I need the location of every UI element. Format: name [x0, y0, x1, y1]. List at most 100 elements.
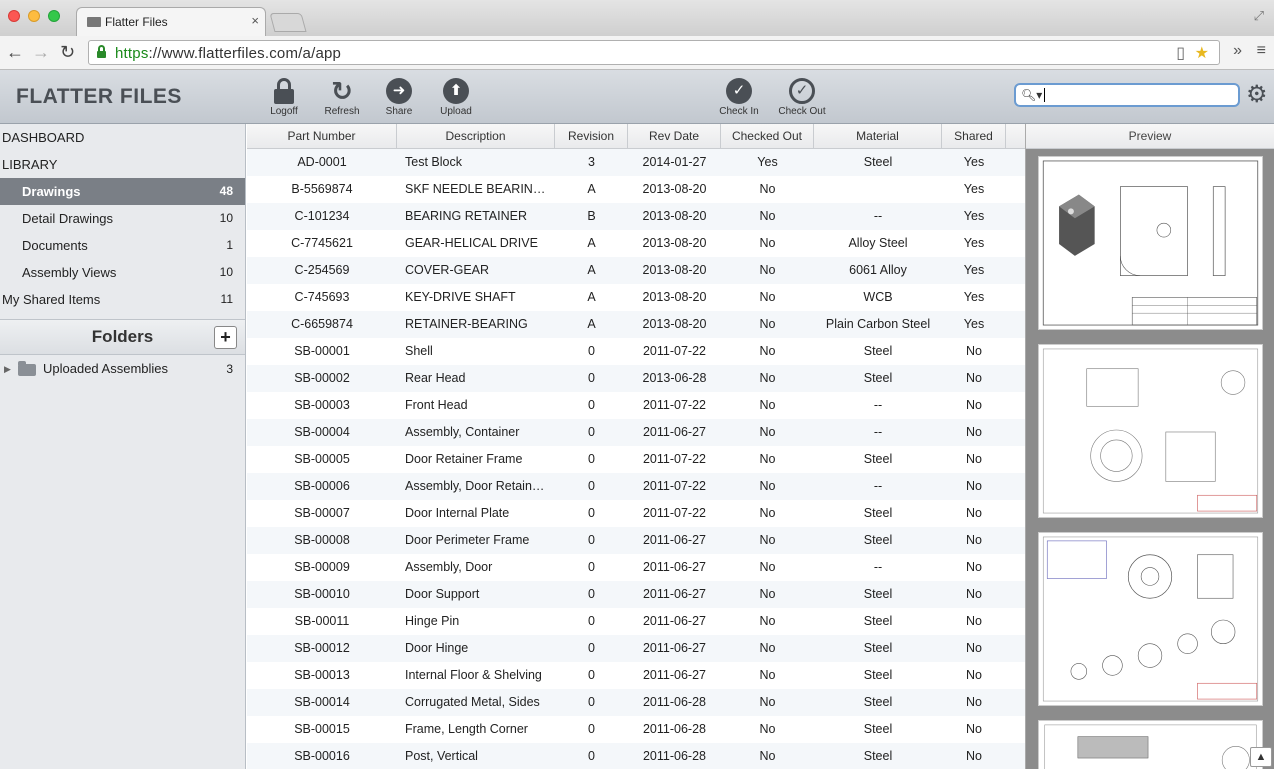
forward-arrow-icon[interactable]: →: [32, 41, 50, 63]
gear-icon[interactable]: ⚙: [1246, 83, 1268, 107]
reload-icon[interactable]: ↻: [60, 41, 75, 63]
browser-toolbar: ← → ↻ https://www.flatterfiles.com/a/app…: [0, 36, 1274, 70]
table-row[interactable]: SB-00002 Rear Head 0 2013-06-28 No Steel No: [247, 365, 1025, 392]
cell-revision: 0: [588, 749, 595, 763]
cell-checked-out: No: [759, 506, 776, 520]
cell-description: BEARING RETAINER: [405, 209, 528, 223]
sidebar-item-drawings[interactable]: Drawings 48: [0, 178, 245, 205]
star-icon[interactable]: ★: [1195, 43, 1209, 63]
cell-part-number: B-5569874: [291, 182, 353, 196]
checkout-button[interactable]: ✓ Check Out: [778, 78, 826, 117]
search-icon[interactable]: 🔍︎▾: [1021, 88, 1042, 102]
minimize-window-button[interactable]: [28, 10, 40, 22]
cell-part-number: SB-00015: [294, 722, 350, 736]
checkout-label: Check Out: [778, 106, 826, 117]
column-header-description[interactable]: Description: [397, 124, 555, 149]
share-button[interactable]: ➜ Share: [375, 78, 423, 117]
cell-description: Test Block: [405, 155, 462, 169]
fullscreen-icon[interactable]: ⤢: [1254, 8, 1264, 24]
table-row[interactable]: B-5569874 SKF NEEDLE BEARING ... A 2013-08-…: [247, 176, 1025, 203]
table-row[interactable]: C-101234 BEARING RETAINER B 2013-08-20 No -- Y…: [247, 203, 1025, 230]
table-row[interactable]: SB-00011 Hinge Pin 0 2011-06-27 No Steel No: [247, 608, 1025, 635]
table-row[interactable]: C-7745621 GEAR-HELICAL DRIVE A 2013-08-20 No…: [247, 230, 1025, 257]
logoff-label: Logoff: [270, 106, 298, 117]
table-row[interactable]: SB-00016 Post, Vertical 0 2011-06-28 No Steel…: [247, 743, 1025, 769]
column-header-revision[interactable]: Revision: [555, 124, 628, 149]
column-header-rev-date[interactable]: Rev Date: [628, 124, 721, 149]
search-box[interactable]: 🔍︎▾: [1014, 83, 1240, 107]
cell-revision: A: [587, 317, 596, 331]
table-row[interactable]: SB-00003 Front Head 0 2011-07-22 No -- No: [247, 392, 1025, 419]
table-row[interactable]: SB-00014 Corrugated Metal, Sides 0 2011-06-…: [247, 689, 1025, 716]
column-header-part-number[interactable]: Part Number: [247, 124, 397, 149]
cell-checked-out: No: [759, 668, 776, 682]
cell-revision: A: [587, 236, 596, 250]
table-row[interactable]: SB-00010 Door Support 0 2011-06-27 No Steel No: [247, 581, 1025, 608]
table-row[interactable]: SB-00013 Internal Floor & Shelving 0 2011-0…: [247, 662, 1025, 689]
sidebar-item-dashboard[interactable]: DASHBOARD: [0, 124, 245, 151]
arrow-right-icon: ➜: [386, 78, 412, 104]
cell-material: Steel: [863, 614, 893, 628]
table-row[interactable]: SB-00006 Assembly, Door Retainer... 0 2011-…: [247, 473, 1025, 500]
cell-part-number: C-6659874: [291, 317, 353, 331]
preview-thumbnail[interactable]: [1038, 156, 1263, 330]
table-row[interactable]: SB-00004 Assembly, Container 0 2011-06-27 No…: [247, 419, 1025, 446]
table-row[interactable]: C-745693 KEY-DRIVE SHAFT A 2013-08-20 No WCB Y…: [247, 284, 1025, 311]
cell-revision: 0: [588, 641, 595, 655]
table-row[interactable]: SB-00001 Shell 0 2011-07-22 No Steel No: [247, 338, 1025, 365]
cell-shared: Yes: [963, 317, 985, 331]
column-header-material[interactable]: Material: [814, 124, 942, 149]
back-arrow-icon[interactable]: ←: [6, 41, 24, 63]
table-row[interactable]: SB-00012 Door Hinge 0 2011-06-27 No Steel No: [247, 635, 1025, 662]
hamburger-menu-icon[interactable]: ≡: [1257, 42, 1266, 60]
column-header-checked-out[interactable]: Checked Out: [721, 124, 814, 149]
table-row[interactable]: SB-00007 Door Internal Plate 0 2011-07-22 No…: [247, 500, 1025, 527]
cell-shared: No: [966, 641, 982, 655]
add-folder-button[interactable]: +: [214, 326, 237, 349]
preview-thumbnail[interactable]: [1038, 532, 1263, 706]
close-window-button[interactable]: [8, 10, 20, 22]
zoom-window-button[interactable]: [48, 10, 60, 22]
cell-part-number: SB-00008: [294, 533, 350, 547]
sidebar-item-documents[interactable]: Documents 1: [0, 232, 245, 259]
column-header-shared[interactable]: Shared: [942, 124, 1006, 149]
folder-item-uploaded-assemblies[interactable]: ▶ Uploaded Assemblies 3: [0, 355, 245, 383]
checkin-button[interactable]: ✓ Check In: [715, 78, 763, 117]
new-tab-button[interactable]: [269, 13, 307, 32]
sidebar-item-detail-drawings[interactable]: Detail Drawings 10: [0, 205, 245, 232]
arrow-up-icon: ⬆: [443, 78, 469, 104]
sidebar-item-library[interactable]: LIBRARY: [0, 151, 245, 178]
cell-part-number: C-254569: [294, 263, 350, 277]
browser-titlebar: Flatter Files × ⤢: [0, 0, 1274, 36]
address-bar[interactable]: https://www.flatterfiles.com/a/app ▯ ★: [88, 40, 1220, 65]
checkmark-icon: ✓: [726, 78, 752, 104]
refresh-button[interactable]: ↻ Refresh: [318, 78, 366, 117]
logoff-button[interactable]: Logoff: [260, 78, 308, 117]
table-row[interactable]: C-6659874 RETAINER-BEARING A 2013-08-20 No Pl…: [247, 311, 1025, 338]
preview-thumbnail[interactable]: [1038, 720, 1263, 769]
table-row[interactable]: SB-00008 Door Perimeter Frame 0 2011-06-27 N…: [247, 527, 1025, 554]
cell-material: [814, 176, 942, 203]
cell-shared: No: [966, 614, 982, 628]
table-row[interactable]: SB-00005 Door Retainer Frame 0 2011-07-22 No…: [247, 446, 1025, 473]
table-row[interactable]: SB-00015 Frame, Length Corner 0 2011-06-28 N…: [247, 716, 1025, 743]
cell-material: Steel: [863, 641, 893, 655]
browser-tab[interactable]: Flatter Files ×: [76, 7, 266, 36]
tab-close-icon[interactable]: ×: [251, 13, 259, 28]
sidebar-item-assembly-views[interactable]: Assembly Views 10: [0, 259, 245, 286]
reader-icon[interactable]: ▯: [1176, 43, 1185, 63]
preview-thumbnail[interactable]: [1038, 344, 1263, 518]
table-row[interactable]: SB-00009 Assembly, Door 0 2011-06-27 No -- No: [247, 554, 1025, 581]
upload-button[interactable]: ⬆ Upload: [432, 78, 480, 117]
scroll-up-button[interactable]: ▲: [1250, 747, 1272, 767]
expand-triangle-icon[interactable]: ▶: [4, 355, 11, 383]
sidebar-item-my-shared-items[interactable]: My Shared Items 11: [0, 286, 245, 313]
cell-description: COVER-GEAR: [405, 263, 490, 277]
table-row[interactable]: C-254569 COVER-GEAR A 2013-08-20 No 6061 Allo…: [247, 257, 1025, 284]
sidebar-item-count: 11: [220, 292, 233, 306]
cell-description: Assembly, Container: [405, 425, 520, 439]
search-input[interactable]: [1042, 87, 1232, 103]
cell-material: Plain Carbon Steel: [825, 317, 931, 331]
table-row[interactable]: AD-0001 Test Block 3 2014-01-27 Yes Steel Yes: [247, 149, 1025, 176]
extensions-chevron-icon[interactable]: »: [1233, 42, 1242, 60]
